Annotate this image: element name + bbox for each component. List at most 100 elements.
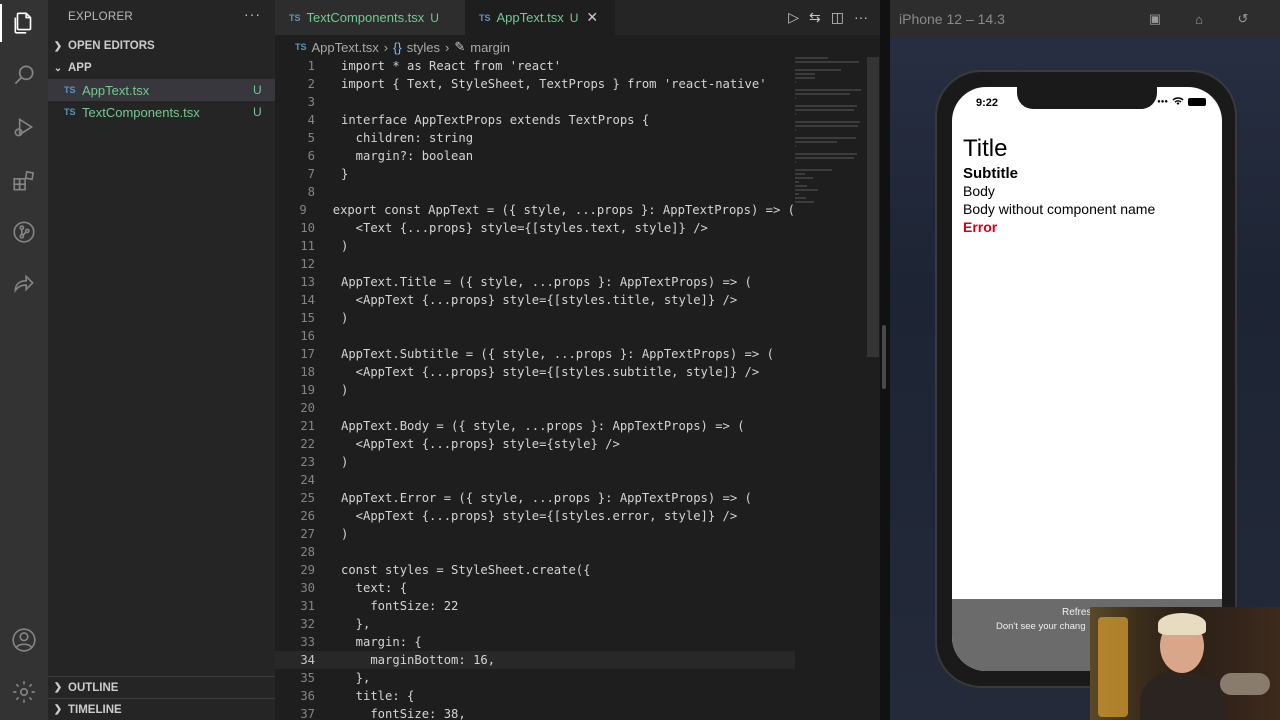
- line-number: 21: [300, 419, 315, 433]
- file-item-apptext[interactable]: TS AppText.tsx U: [48, 79, 275, 101]
- code-line[interactable]: 16: [275, 327, 795, 345]
- explorer-icon[interactable]: [10, 9, 38, 37]
- code-line[interactable]: 37 fontSize: 38,: [275, 705, 795, 720]
- code-line[interactable]: 10 <Text {...props} style={[styles.text,…: [275, 219, 795, 237]
- code-line[interactable]: 30 text: {: [275, 579, 795, 597]
- line-text: <AppText {...props} style={style} />: [341, 437, 620, 451]
- minimap-line: [795, 81, 797, 83]
- minimap-line: [795, 173, 805, 175]
- line-number: 33: [300, 635, 315, 649]
- code-line[interactable]: 17 AppText.Subtitle = ({ style, ...props …: [275, 345, 795, 363]
- code-line[interactable]: 6 margin?: boolean: [275, 147, 795, 165]
- split-editor-icon[interactable]: ◫: [831, 9, 844, 26]
- line-text: [315, 255, 341, 273]
- code-line[interactable]: 31 fontSize: 22: [275, 597, 795, 615]
- code-line[interactable]: 34 marginBottom: 16,: [275, 651, 795, 669]
- line-number: 32: [300, 617, 315, 631]
- tab-apptext[interactable]: TS AppText.tsx U ✕: [465, 0, 615, 35]
- code-line[interactable]: 26 <AppText {...props} style={[styles.er…: [275, 507, 795, 525]
- code-line[interactable]: 14 <AppText {...props} style={[styles.ti…: [275, 291, 795, 309]
- line-number: 8: [307, 185, 315, 199]
- chevron-right-icon: ❯: [53, 40, 63, 52]
- section-timeline[interactable]: ❯ TIMELINE: [48, 698, 275, 720]
- line-number: 27: [300, 527, 315, 541]
- section-outline[interactable]: ❯ OUTLINE: [48, 676, 275, 698]
- file-name: TextComponents.tsx: [82, 104, 200, 120]
- line-number: 37: [300, 707, 315, 720]
- editor-actions: ▷ ⇆ ◫ ···: [788, 9, 868, 26]
- code-line[interactable]: 13 AppText.Title = ({ style, ...props }: …: [275, 273, 795, 291]
- code-line[interactable]: 25 AppText.Error = ({ style, ...props }: …: [275, 489, 795, 507]
- code-line[interactable]: 5 children: string: [275, 129, 795, 147]
- code-line[interactable]: 29 const styles = StyleSheet.create({: [275, 561, 795, 579]
- tab-textcomponents[interactable]: TS TextComponents.tsx U: [275, 0, 465, 35]
- source-control-icon[interactable]: [10, 218, 38, 246]
- minimap[interactable]: [795, 57, 865, 203]
- editor-scrollbar[interactable]: [867, 57, 879, 357]
- text-subtitle: Subtitle: [963, 165, 1018, 182]
- phone-screen[interactable]: 9:22 ●●● Title Subtitle Body Body withou…: [952, 87, 1222, 671]
- line-number: 16: [300, 329, 315, 343]
- code-line[interactable]: 33 margin: {: [275, 633, 795, 651]
- code-line[interactable]: 35 },: [275, 669, 795, 687]
- code-line[interactable]: 23): [275, 453, 795, 471]
- close-icon[interactable]: ✕: [586, 9, 598, 26]
- code-line[interactable]: 9 export const AppText = ({ style, ...pro…: [275, 201, 795, 219]
- more-actions-icon[interactable]: ···: [244, 6, 261, 22]
- minimap-line: [795, 61, 859, 63]
- code-line[interactable]: 21 AppText.Body = ({ style, ...props }: A…: [275, 417, 795, 435]
- file-item-textcomponents[interactable]: TS TextComponents.tsx U: [48, 101, 275, 123]
- code-line[interactable]: 24: [275, 471, 795, 489]
- minimap-line: [795, 121, 860, 123]
- open-changes-icon[interactable]: ⇆: [809, 9, 821, 26]
- breadcrumb-symbol[interactable]: styles: [407, 40, 440, 55]
- code-line[interactable]: 2 import { Text, StyleSheet, TextProps } …: [275, 75, 795, 93]
- account-icon[interactable]: [10, 626, 38, 654]
- webcam-lamp: [1098, 617, 1128, 717]
- code-line[interactable]: 4 interface AppTextProps extends TextProp…: [275, 111, 795, 129]
- line-text: },: [341, 617, 371, 631]
- explorer-sidebar: EXPLORER ··· ❯ OPEN EDITORS ⌄ APP TS App…: [48, 0, 275, 720]
- line-text: <AppText {...props} style={[styles.error…: [341, 509, 738, 523]
- line-number: 6: [307, 149, 315, 163]
- code-line[interactable]: 32 },: [275, 615, 795, 633]
- line-number: 31: [300, 599, 315, 613]
- code-line[interactable]: 22 <AppText {...props} style={style} />: [275, 435, 795, 453]
- code-line[interactable]: 18 <AppText {...props} style={[styles.su…: [275, 363, 795, 381]
- code-line[interactable]: 27): [275, 525, 795, 543]
- code-line[interactable]: 19): [275, 381, 795, 399]
- window-divider[interactable]: [880, 0, 890, 720]
- code-line[interactable]: 15): [275, 309, 795, 327]
- section-open-editors[interactable]: ❯ OPEN EDITORS: [48, 35, 275, 57]
- code-line[interactable]: 12: [275, 255, 795, 273]
- search-icon[interactable]: [10, 61, 38, 89]
- code-line[interactable]: 11): [275, 237, 795, 255]
- home-icon[interactable]: ⌂: [1188, 9, 1210, 29]
- rotate-icon[interactable]: ↺: [1232, 9, 1254, 29]
- line-number: 24: [300, 473, 315, 487]
- line-text: const styles = StyleSheet.create({: [341, 563, 591, 577]
- resize-handle[interactable]: [882, 325, 886, 389]
- code-line[interactable]: 3: [275, 93, 795, 111]
- code-line[interactable]: 1 import * as React from 'react': [275, 57, 795, 75]
- code-area[interactable]: 1 import * as React from 'react' 2 import {…: [275, 57, 795, 720]
- breadcrumb-file[interactable]: AppText.tsx: [312, 40, 379, 55]
- extensions-icon[interactable]: [10, 167, 38, 195]
- line-text: fontSize: 22: [341, 599, 459, 613]
- run-debug-icon[interactable]: [10, 113, 38, 141]
- line-text: ): [341, 527, 349, 541]
- code-line[interactable]: 7}: [275, 165, 795, 183]
- screenshot-icon[interactable]: ▣: [1144, 9, 1166, 29]
- live-share-icon[interactable]: [10, 270, 38, 298]
- more-actions-icon[interactable]: ···: [854, 9, 868, 26]
- code-line[interactable]: 20: [275, 399, 795, 417]
- code-line[interactable]: 8: [275, 183, 795, 201]
- settings-gear-icon[interactable]: [10, 678, 38, 706]
- section-app[interactable]: ⌄ APP: [48, 57, 275, 79]
- code-line[interactable]: 36 title: {: [275, 687, 795, 705]
- breadcrumb-symbol[interactable]: margin: [470, 40, 510, 55]
- line-text: marginBottom: 16,: [341, 653, 496, 667]
- code-line[interactable]: 28: [275, 543, 795, 561]
- run-icon[interactable]: ▷: [788, 9, 799, 26]
- typescript-file-icon: TS: [479, 12, 491, 23]
